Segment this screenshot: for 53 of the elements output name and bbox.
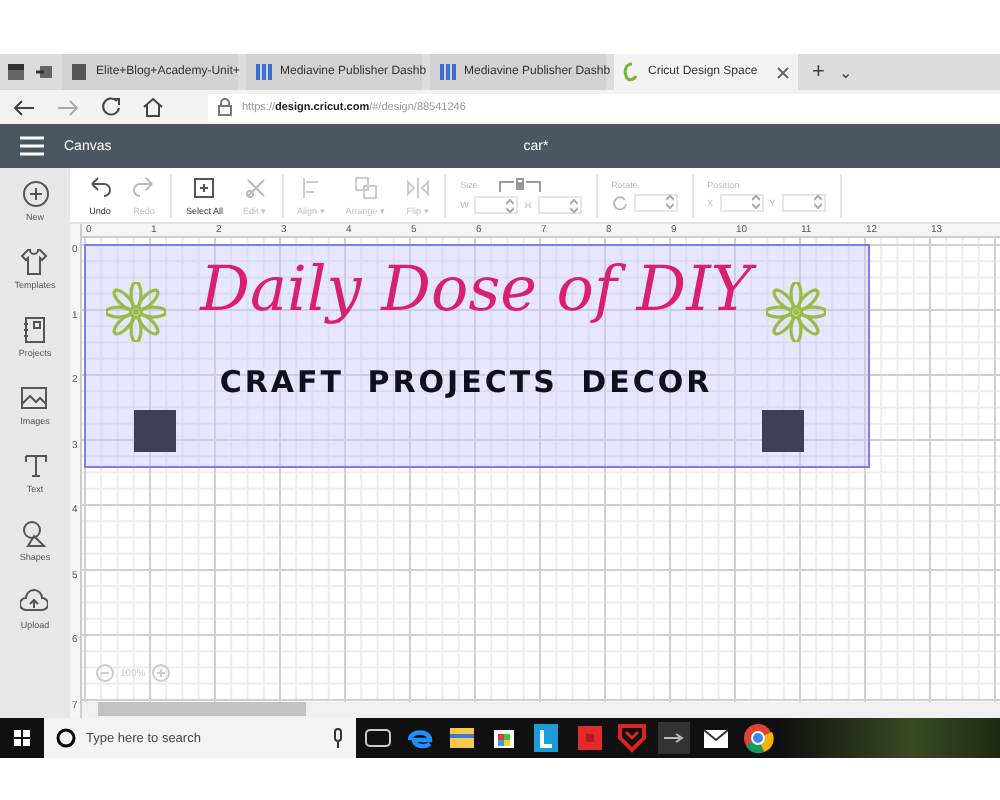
menu-icon[interactable] <box>20 136 44 156</box>
design-title: Daily Dose of DIY <box>186 254 766 326</box>
flip-icon <box>406 175 431 199</box>
square-shape <box>762 410 804 452</box>
spinner-arrows-icon <box>569 197 578 213</box>
cloud-upload-icon <box>20 588 49 616</box>
number-field[interactable] <box>781 193 826 211</box>
page-icon <box>70 62 90 82</box>
spinner-arrows-icon <box>751 194 760 210</box>
scrollbar-thumb[interactable] <box>98 702 306 716</box>
lock-icon <box>497 176 542 192</box>
select-all-icon <box>192 175 217 199</box>
plus-circle-icon <box>21 180 49 208</box>
horizontal-scrollbar[interactable] <box>82 702 1000 718</box>
edit-icon <box>243 175 268 199</box>
new-tab-button[interactable]: + <box>806 60 831 84</box>
shirt-icon <box>20 248 49 276</box>
leaf-icon <box>622 62 642 82</box>
flower-icon <box>106 282 166 342</box>
flower-icon <box>766 282 826 342</box>
bars-icon <box>438 62 458 82</box>
redo-icon <box>132 175 156 199</box>
tab-menu-button[interactable]: ⌄ <box>838 63 853 81</box>
design-subtitle: CRAFT PROJECTS DECOR <box>217 364 715 400</box>
number-field[interactable] <box>719 193 764 211</box>
lock-icon <box>218 98 232 116</box>
tab-page-icon[interactable] <box>6 62 26 82</box>
window-icon[interactable] <box>653 718 694 758</box>
number-field[interactable] <box>474 196 519 214</box>
picture-icon <box>20 384 49 412</box>
spinner-arrows-icon <box>506 197 515 213</box>
refresh-icon[interactable] <box>100 96 122 118</box>
tab-back-icon[interactable] <box>34 62 54 82</box>
spinner-arrows-icon <box>813 194 822 210</box>
text-t-icon <box>21 452 49 480</box>
microphone-icon <box>332 728 344 748</box>
search-circle-icon <box>56 728 76 748</box>
home-icon[interactable] <box>142 96 164 118</box>
notebook-icon <box>20 316 49 344</box>
bars-icon <box>254 62 274 82</box>
back-icon[interactable] <box>12 97 36 117</box>
undo-icon <box>88 175 112 199</box>
rotate-icon <box>611 194 628 210</box>
arrange-icon <box>353 175 378 199</box>
square-shape <box>134 410 176 452</box>
shapes-icon <box>20 520 49 548</box>
align-icon <box>299 175 324 199</box>
chrome-browser-icon[interactable] <box>738 718 779 758</box>
number-field[interactable] <box>537 196 582 214</box>
close-icon[interactable] <box>776 65 790 79</box>
design-selection[interactable]: Daily Dose of DIY CRAFT PROJECTS DECOR <box>84 244 870 468</box>
spinner-arrows-icon <box>665 194 674 210</box>
number-field[interactable] <box>633 193 678 211</box>
